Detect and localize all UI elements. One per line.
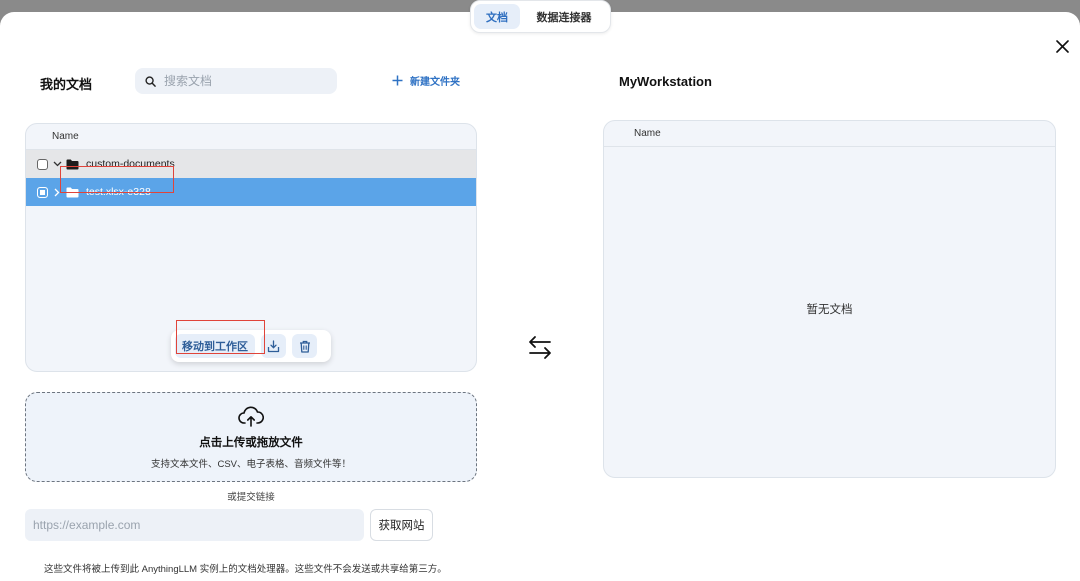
plus-icon bbox=[392, 75, 403, 86]
tab-documents[interactable]: 文档 bbox=[474, 4, 520, 29]
close-button[interactable] bbox=[1052, 36, 1072, 56]
new-folder-label: 新建文件夹 bbox=[410, 77, 460, 88]
upload-title: 点击上传或拖放文件 bbox=[199, 437, 303, 449]
search-box[interactable] bbox=[135, 68, 337, 94]
tab-data-connectors[interactable]: 数据连接器 bbox=[524, 4, 604, 29]
trash-icon bbox=[299, 340, 310, 353]
upload-subtitle: 支持文本文件、CSV、电子表格、音频文件等！ bbox=[150, 459, 352, 470]
new-folder-button[interactable]: 新建文件夹 bbox=[392, 73, 460, 88]
tab-switcher: 文档 数据连接器 bbox=[470, 0, 611, 33]
cloud-upload-icon bbox=[238, 406, 264, 427]
name-column-header: Name bbox=[604, 121, 1055, 147]
close-icon bbox=[1055, 39, 1069, 53]
workspace-documents-panel: Name 暂无文档 bbox=[603, 120, 1056, 478]
name-column-header: Name bbox=[26, 124, 476, 150]
highlight-box-selected-row bbox=[60, 166, 174, 193]
url-input[interactable] bbox=[25, 509, 364, 541]
workspace-title: MyWorkstation bbox=[619, 74, 712, 89]
or-submit-link-label: 或提交链接 bbox=[227, 492, 275, 503]
upload-dropzone[interactable]: 点击上传或拖放文件 支持文本文件、CSV、电子表格、音频文件等！ bbox=[25, 392, 477, 482]
delete-button[interactable] bbox=[292, 334, 317, 358]
my-documents-title: 我的文档 bbox=[40, 77, 93, 92]
search-input[interactable] bbox=[164, 74, 324, 88]
empty-state-text: 暂无文档 bbox=[806, 304, 853, 316]
row-checkbox[interactable] bbox=[37, 158, 48, 170]
highlight-box-move-button bbox=[176, 320, 265, 354]
search-icon bbox=[145, 75, 156, 87]
document-manager-modal: 我的文档 新建文件夹 Name custom-documents bbox=[0, 12, 1080, 581]
swap-arrows-icon bbox=[529, 336, 551, 359]
row-checkbox[interactable] bbox=[37, 186, 48, 198]
download-tray-icon bbox=[267, 339, 280, 352]
privacy-note: 这些文件将被上传到此 AnythingLLM 实例上的文档处理器。这些文件不会发… bbox=[44, 564, 447, 575]
fetch-website-button[interactable]: 获取网站 bbox=[370, 509, 433, 541]
